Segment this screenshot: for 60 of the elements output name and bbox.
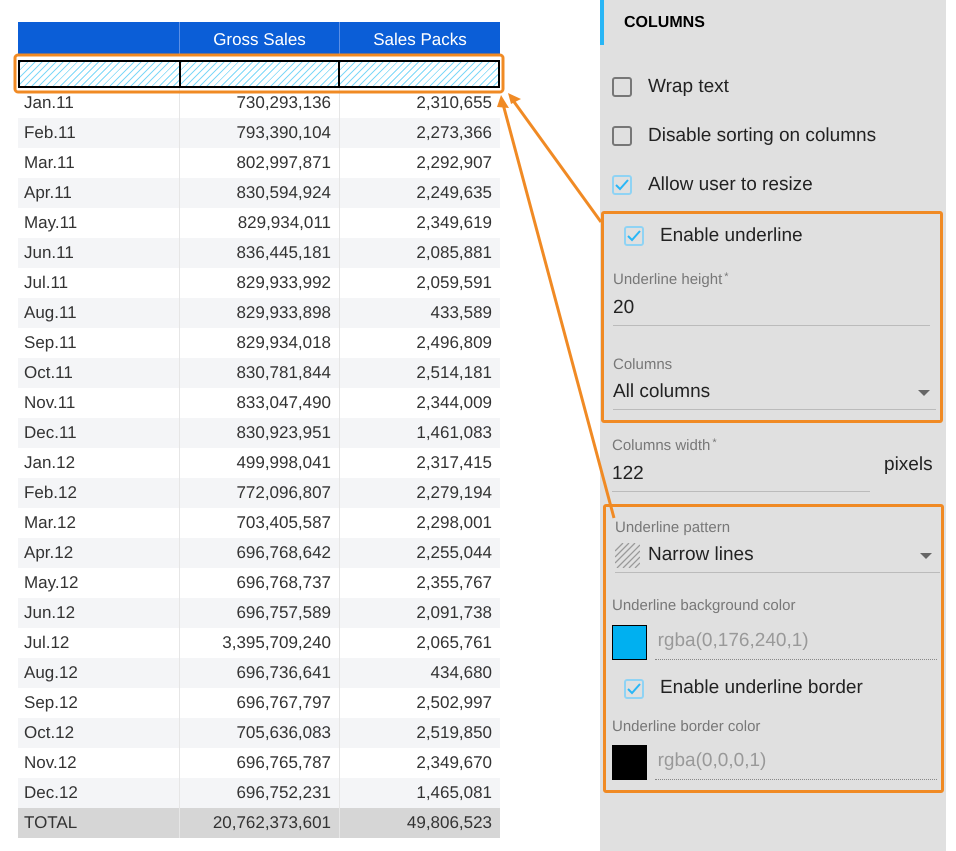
field-label: Underline pattern	[615, 518, 730, 538]
input-field[interactable]: 122	[612, 458, 870, 492]
required-mark: *	[712, 436, 717, 451]
table-cell-text: Sep.12	[23, 692, 79, 714]
table-cell-text: Oct.12	[23, 722, 76, 744]
dropdown-caret-icon	[920, 552, 932, 558]
required-mark: *	[724, 270, 729, 285]
color-swatch[interactable]	[612, 745, 647, 780]
table-cell-text: Feb.11	[23, 122, 77, 144]
table-cell-text: Dec.12	[23, 782, 79, 804]
table-cell-text: Jul.11	[23, 272, 70, 294]
checkbox-label: Enable underline	[660, 224, 803, 248]
color-swatch[interactable]	[612, 624, 647, 660]
table-cell-text: TOTAL	[23, 812, 78, 834]
table-cell-text: Nov.12	[23, 752, 78, 774]
dropdown[interactable]: All columns	[613, 376, 936, 410]
checkbox-label: Allow user to resize	[648, 172, 813, 197]
table-cell-text: Dec.11	[23, 422, 78, 444]
dropdown-value: All columns	[613, 380, 710, 404]
field-label: Underline border color	[612, 716, 760, 736]
table-cell-text: Jan.12	[23, 452, 76, 474]
table-cell-text: Jan.11	[23, 92, 75, 114]
dropdown-value: Narrow lines	[648, 543, 755, 568]
table-cell-text: May.11	[23, 212, 78, 234]
checkbox[interactable]	[624, 678, 644, 698]
checkbox[interactable]	[624, 226, 644, 246]
table-cell-text: Feb.12	[23, 482, 78, 504]
checkbox[interactable]	[612, 77, 632, 97]
table-cell-text: Apr.11	[23, 182, 73, 204]
checkbox-label: Disable sorting on columns	[648, 124, 876, 148]
column-header[interactable]: Gross Sales	[213, 26, 306, 52]
dropdown-caret-icon	[918, 390, 930, 396]
field-label: Underline background color	[612, 596, 796, 616]
hatch-pattern-icon	[615, 543, 640, 568]
table-cell-text: Mar.11	[23, 152, 76, 174]
table-cell-text: Aug.11	[23, 302, 78, 324]
field-label: Columns width	[612, 436, 710, 456]
table-cell-text: May.12	[23, 572, 80, 594]
table-cell-text: Aug.12	[23, 662, 79, 684]
field-label: Columns	[613, 354, 672, 374]
checkbox[interactable]	[612, 126, 632, 146]
table-cell-text: Nov.11	[23, 392, 76, 414]
checkbox-label: Wrap text	[648, 74, 729, 99]
table-cell: 49,806,523	[339, 808, 500, 838]
dropdown[interactable]: Narrow lines	[615, 539, 940, 573]
column-header[interactable]: Sales Packs	[373, 26, 467, 52]
input-field[interactable]: 20	[613, 292, 930, 326]
table-cell-text: Jul.12	[23, 632, 70, 654]
checkbox-label: Enable underline border	[660, 676, 863, 700]
table-cell-text: Jun.12	[23, 602, 76, 624]
table-cell-text: Jun.11	[23, 242, 75, 264]
table-cell-text: Oct.11	[23, 362, 74, 384]
table-cell: 20,762,373,601	[179, 808, 339, 838]
panel-title: COLUMNS	[624, 12, 705, 32]
table-cell-text: Sep.11	[23, 332, 78, 354]
unit-label: pixels	[884, 453, 933, 477]
table-cell-text: Apr.12	[23, 542, 74, 564]
table-cell-text: Mar.12	[23, 512, 77, 534]
checkbox[interactable]	[612, 175, 632, 195]
field-label: Underline height	[613, 270, 722, 290]
